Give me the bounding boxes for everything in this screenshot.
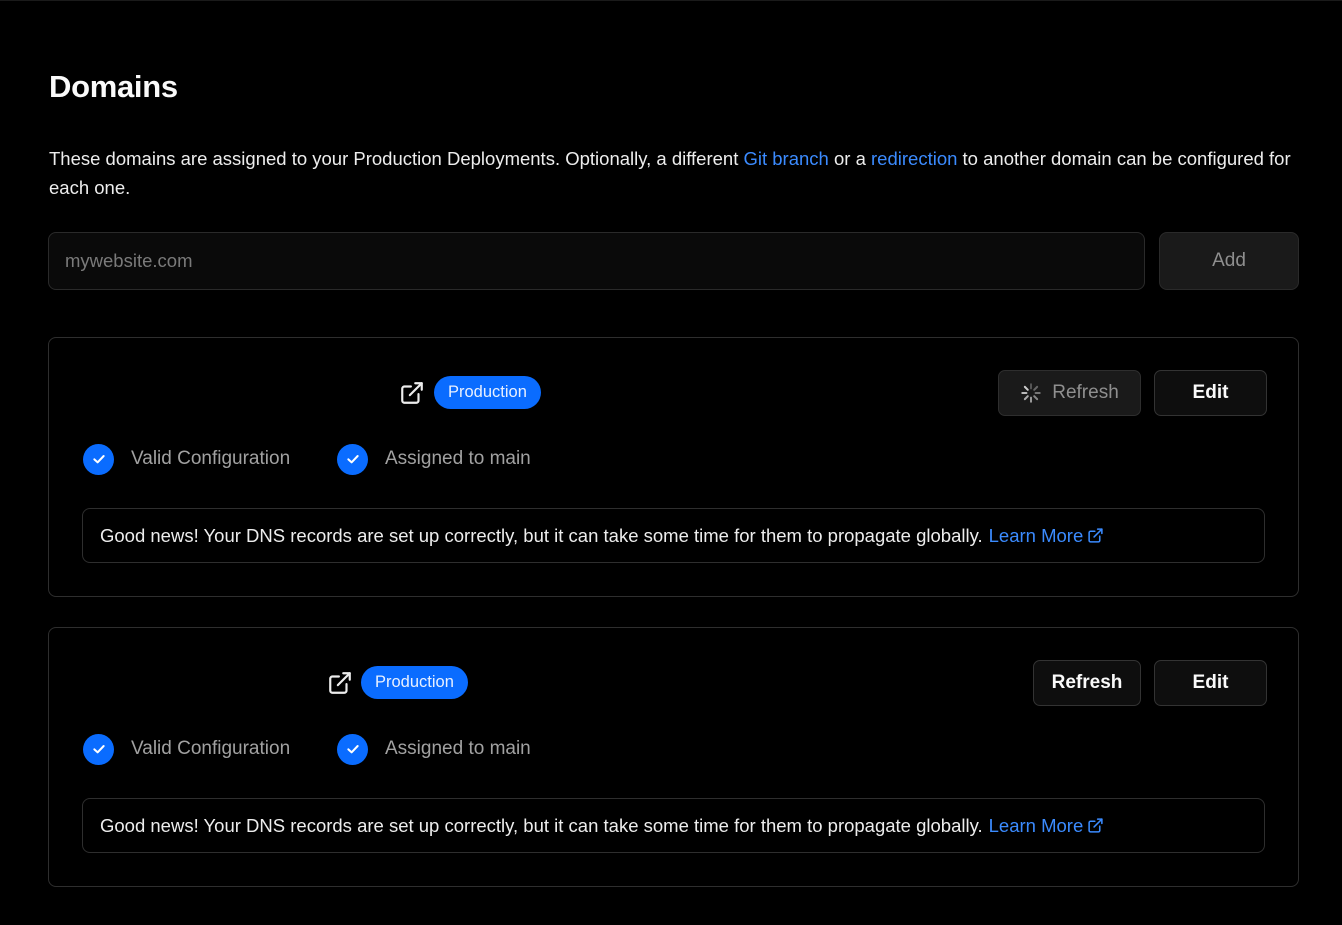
status-valid-configuration: Valid Configuration	[83, 733, 290, 765]
domains-page: Domains These domains are assigned to yo…	[0, 0, 1342, 925]
learn-more-link[interactable]: Learn More	[989, 815, 1105, 837]
edit-button[interactable]: Edit	[1154, 660, 1267, 706]
page-description: These domains are assigned to your Produ…	[49, 144, 1309, 202]
git-branch-link[interactable]: Git branch	[743, 148, 828, 169]
status-label: Assigned to main	[385, 448, 531, 469]
description-text-1: These domains are assigned to your Produ…	[49, 148, 744, 169]
add-domain-button[interactable]: Add	[1159, 232, 1299, 290]
learn-more-label: Learn More	[988, 814, 1084, 836]
status-valid-configuration: Valid Configuration	[83, 443, 290, 475]
status-label: Valid Configuration	[131, 448, 291, 469]
learn-more-link[interactable]: Learn More	[989, 525, 1105, 547]
status-label: Valid Configuration	[131, 738, 291, 759]
check-circle-icon	[83, 443, 114, 475]
dns-info-message: Good news! Your DNS records are set up c…	[100, 524, 983, 546]
production-badge: Production	[434, 376, 541, 409]
domain-card: Production Refresh Edit Valid Configurat…	[48, 337, 1299, 597]
check-circle-icon	[337, 443, 368, 475]
status-assigned-branch: Assigned to main	[337, 733, 531, 765]
refresh-button[interactable]: Refresh	[1033, 660, 1141, 706]
add-domain-row: Add	[48, 232, 1299, 291]
refresh-button-label: Refresh	[1052, 382, 1119, 403]
redirection-link[interactable]: redirection	[871, 148, 957, 169]
external-link-icon	[1088, 528, 1103, 543]
status-assigned-branch: Assigned to main	[337, 443, 531, 475]
status-label: Assigned to main	[385, 738, 531, 759]
description-text-2: or a	[828, 148, 872, 169]
domain-input[interactable]	[48, 232, 1145, 290]
refresh-button[interactable]: Refresh	[998, 370, 1141, 416]
external-link-icon[interactable]	[399, 380, 425, 406]
external-link-icon[interactable]	[327, 670, 353, 696]
spinner-icon	[1021, 383, 1041, 403]
page-title: Domains	[49, 69, 178, 104]
dns-info-note: Good news! Your DNS records are set up c…	[82, 508, 1265, 563]
domain-card: Production Refresh Edit Valid Configurat…	[48, 627, 1299, 887]
check-circle-icon	[83, 733, 114, 765]
production-badge: Production	[361, 666, 468, 699]
dns-info-note: Good news! Your DNS records are set up c…	[82, 798, 1265, 853]
check-circle-icon	[337, 733, 368, 765]
learn-more-label: Learn More	[988, 524, 1084, 546]
dns-info-message: Good news! Your DNS records are set up c…	[100, 814, 983, 836]
external-link-icon	[1088, 818, 1103, 833]
edit-button[interactable]: Edit	[1154, 370, 1267, 416]
